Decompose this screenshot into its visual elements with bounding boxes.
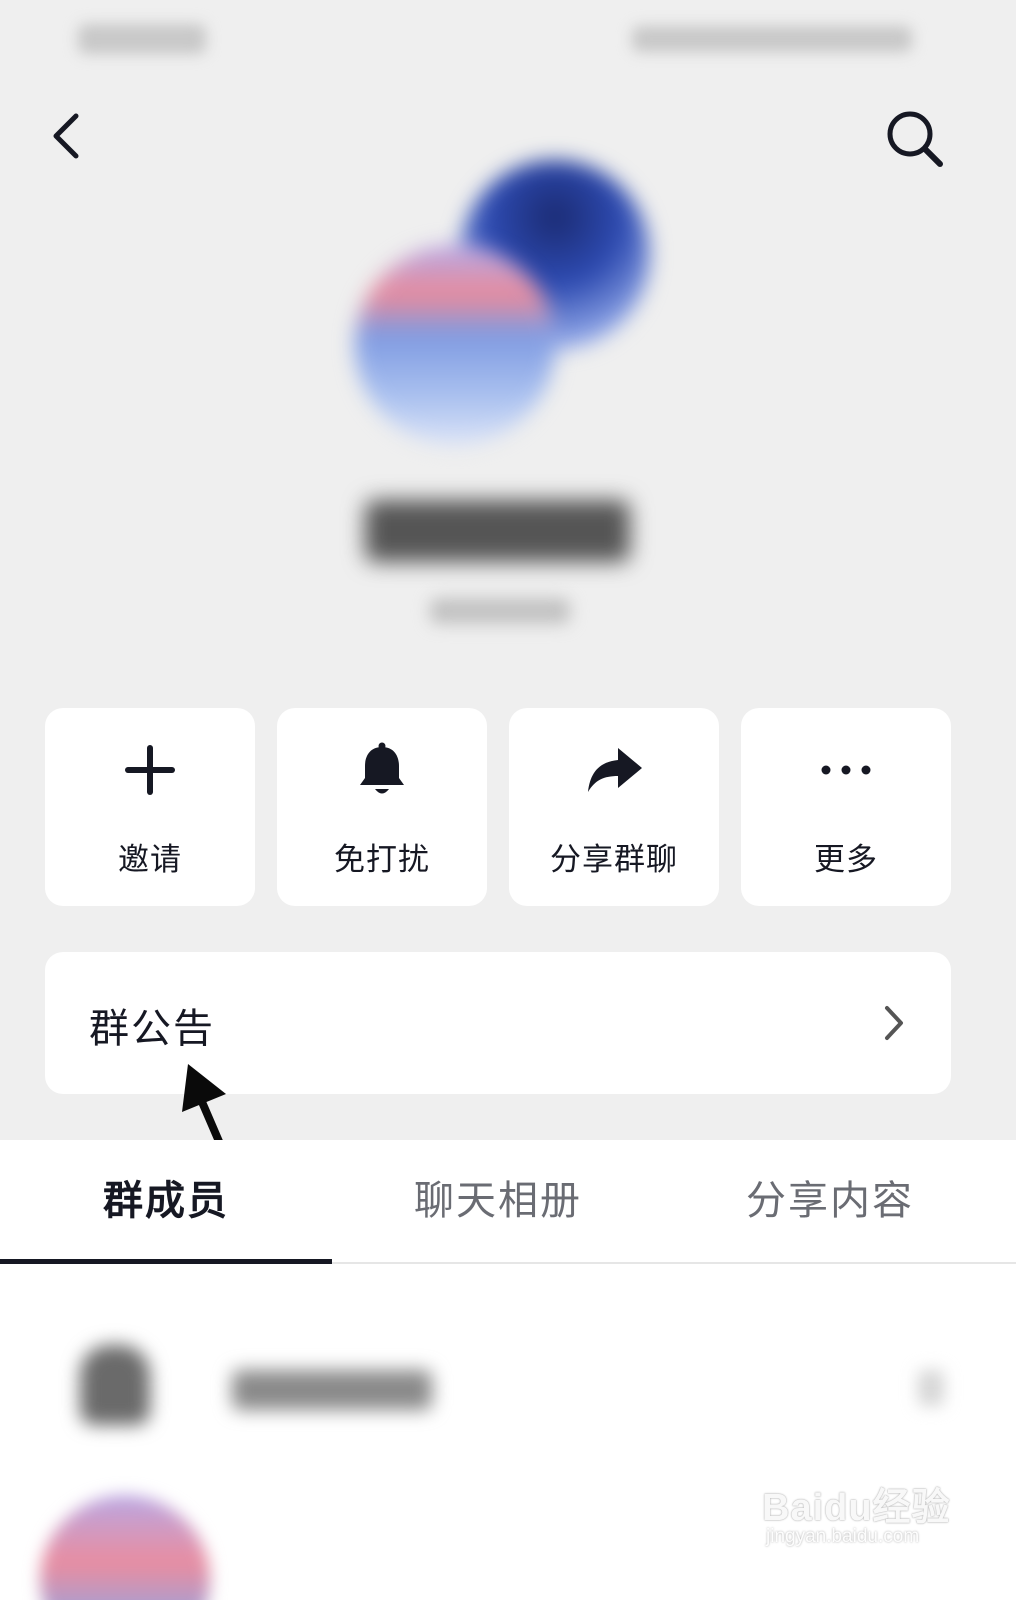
group-name-redacted — [365, 500, 630, 562]
share-arrow-icon — [588, 748, 642, 792]
search-icon — [887, 111, 943, 167]
watermark-text: Baidu经验 — [762, 1487, 951, 1529]
tab-shared-content[interactable]: 分享内容 — [664, 1140, 996, 1262]
plus-icon — [125, 745, 175, 795]
chevron-right-icon — [918, 1370, 944, 1406]
invite-label: 邀请 — [118, 842, 182, 878]
bell-icon — [360, 742, 404, 794]
search-button[interactable] — [880, 104, 950, 174]
status-bar — [0, 18, 1016, 58]
do-not-disturb-button[interactable]: 免打扰 — [277, 708, 487, 906]
tab-members[interactable]: 群成员 — [0, 1140, 332, 1262]
avatar-image — [355, 245, 555, 445]
tab-chat-album[interactable]: 聊天相册 — [332, 1140, 664, 1262]
tab-bar: 群成员 聊天相册 分享内容 — [0, 1140, 1016, 1264]
watermark-url: jingyan.baidu.com — [766, 1526, 920, 1547]
do-not-disturb-label: 免打扰 — [334, 842, 430, 878]
member-name-redacted — [232, 1370, 432, 1410]
more-label: 更多 — [814, 842, 878, 878]
chevron-left-icon — [53, 113, 79, 159]
group-avatar[interactable] — [340, 150, 660, 460]
invite-button[interactable]: 邀请 — [45, 708, 255, 906]
tab-active-indicator — [0, 1259, 332, 1264]
group-subtitle-redacted — [430, 598, 570, 624]
share-group-button[interactable]: 分享群聊 — [509, 708, 719, 906]
member-icon — [80, 1345, 150, 1425]
action-row: 邀请 免打扰 分享群聊 更多 — [45, 708, 973, 906]
group-announcement-label: 群公告 — [89, 1006, 215, 1052]
more-dots-icon — [821, 765, 871, 775]
avatar[interactable] — [40, 1495, 210, 1600]
back-button[interactable] — [40, 100, 96, 170]
group-profile-screen: 邀请 免打扰 分享群聊 更多 群公告 群成员 聊天相册 分享内容 Baidu经验… — [0, 0, 1016, 1600]
baidu-watermark: Baidu经验 jingyan.baidu.com — [762, 1460, 982, 1570]
more-button[interactable]: 更多 — [741, 708, 951, 906]
list-item[interactable] — [0, 1300, 1016, 1460]
share-group-label: 分享群聊 — [550, 842, 678, 878]
chevron-right-icon — [885, 1006, 903, 1040]
